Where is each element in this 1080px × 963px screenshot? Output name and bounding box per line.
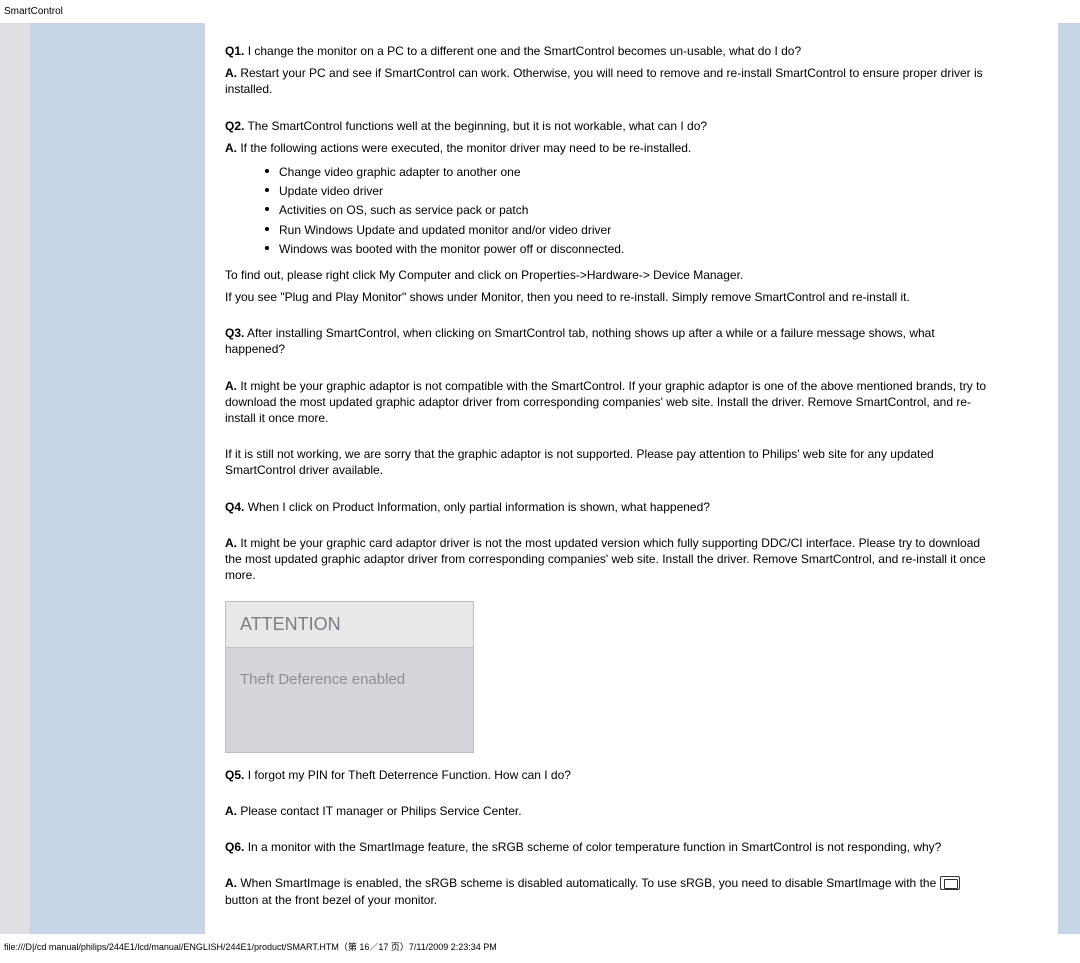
page-container: Q1. I change the monitor on a PC to a di… bbox=[0, 23, 1080, 934]
attention-body: Theft Deference enabled bbox=[226, 648, 473, 752]
q6-text: In a monitor with the SmartImage feature… bbox=[248, 840, 942, 854]
a2-label: A. bbox=[225, 141, 237, 155]
a1-text: Restart your PC and see if SmartControl … bbox=[225, 66, 983, 96]
a6-block: A. When SmartImage is enabled, the sRGB … bbox=[225, 875, 996, 907]
q4-label: Q4. bbox=[225, 500, 244, 514]
q3-extra: If it is still not working, we are sorry… bbox=[225, 446, 996, 478]
sidebar bbox=[30, 23, 205, 934]
a4-label: A. bbox=[225, 536, 237, 550]
a3-label: A. bbox=[225, 379, 237, 393]
a3-block: A. It might be your graphic adaptor is n… bbox=[225, 378, 996, 427]
far-right-strip bbox=[1058, 23, 1080, 934]
attention-dialog: ATTENTION Theft Deference enabled bbox=[225, 601, 474, 753]
bullet-list: Change video graphic adapter to another … bbox=[265, 164, 996, 257]
findout-text-2: If you see "Plug and Play Monitor" shows… bbox=[225, 289, 996, 305]
a1-label: A. bbox=[225, 66, 237, 80]
q6-label: Q6. bbox=[225, 840, 244, 854]
q2-text: The SmartControl functions well at the b… bbox=[247, 119, 707, 133]
a4-block: A. It might be your graphic card adaptor… bbox=[225, 535, 996, 584]
smartimage-button-icon bbox=[940, 876, 960, 890]
attention-title: ATTENTION bbox=[226, 602, 473, 647]
q4-block: Q4. When I click on Product Information,… bbox=[225, 499, 996, 515]
q2-label: Q2. bbox=[225, 119, 244, 133]
q6-block: Q6. In a monitor with the SmartImage fea… bbox=[225, 839, 996, 855]
q2-block: Q2. The SmartControl functions well at t… bbox=[225, 118, 996, 134]
right-margin bbox=[1026, 23, 1058, 934]
q1-text: I change the monitor on a PC to a differ… bbox=[248, 44, 801, 58]
q3-block: Q3. After installing SmartControl, when … bbox=[225, 325, 996, 357]
findout-text-1: To find out, please right click My Compu… bbox=[225, 267, 996, 283]
q3-label: Q3. bbox=[225, 326, 244, 340]
q4-text: When I click on Product Information, onl… bbox=[248, 500, 710, 514]
a2-text: If the following actions were executed, … bbox=[240, 141, 691, 155]
q3-text: After installing SmartControl, when clic… bbox=[225, 326, 935, 356]
a5-label: A. bbox=[225, 804, 237, 818]
a6-label: A. bbox=[225, 876, 237, 890]
q5-text: I forgot my PIN for Theft Deterrence Fun… bbox=[248, 768, 571, 782]
a3-text: It might be your graphic adaptor is not … bbox=[225, 379, 986, 425]
q5-block: Q5. I forgot my PIN for Theft Deterrence… bbox=[225, 767, 996, 783]
bullet-item: Update video driver bbox=[265, 183, 996, 199]
q1-block: Q1. I change the monitor on a PC to a di… bbox=[225, 43, 996, 59]
a4-text: It might be your graphic card adaptor dr… bbox=[225, 536, 986, 582]
bullet-item: Activities on OS, such as service pack o… bbox=[265, 202, 996, 218]
a5-text: Please contact IT manager or Philips Ser… bbox=[240, 804, 521, 818]
main-content: Q1. I change the monitor on a PC to a di… bbox=[205, 23, 1026, 934]
q1-label: Q1. bbox=[225, 44, 244, 58]
footer-path: file:///D|/cd manual/philips/244E1/lcd/m… bbox=[0, 934, 1080, 963]
a5-block: A. Please contact IT manager or Philips … bbox=[225, 803, 996, 819]
left-margin bbox=[0, 23, 30, 934]
bullet-item: Change video graphic adapter to another … bbox=[265, 164, 996, 180]
q5-label: Q5. bbox=[225, 768, 244, 782]
a2-block: A. If the following actions were execute… bbox=[225, 140, 996, 156]
bullet-item: Run Windows Update and updated monitor a… bbox=[265, 222, 996, 238]
a1-block: A. Restart your PC and see if SmartContr… bbox=[225, 65, 996, 97]
header-title: SmartControl bbox=[0, 0, 1080, 23]
a6-text-2: button at the front bezel of your monito… bbox=[225, 893, 437, 907]
bullet-item: Windows was booted with the monitor powe… bbox=[265, 241, 996, 257]
a6-text-1: When SmartImage is enabled, the sRGB sch… bbox=[240, 876, 939, 890]
